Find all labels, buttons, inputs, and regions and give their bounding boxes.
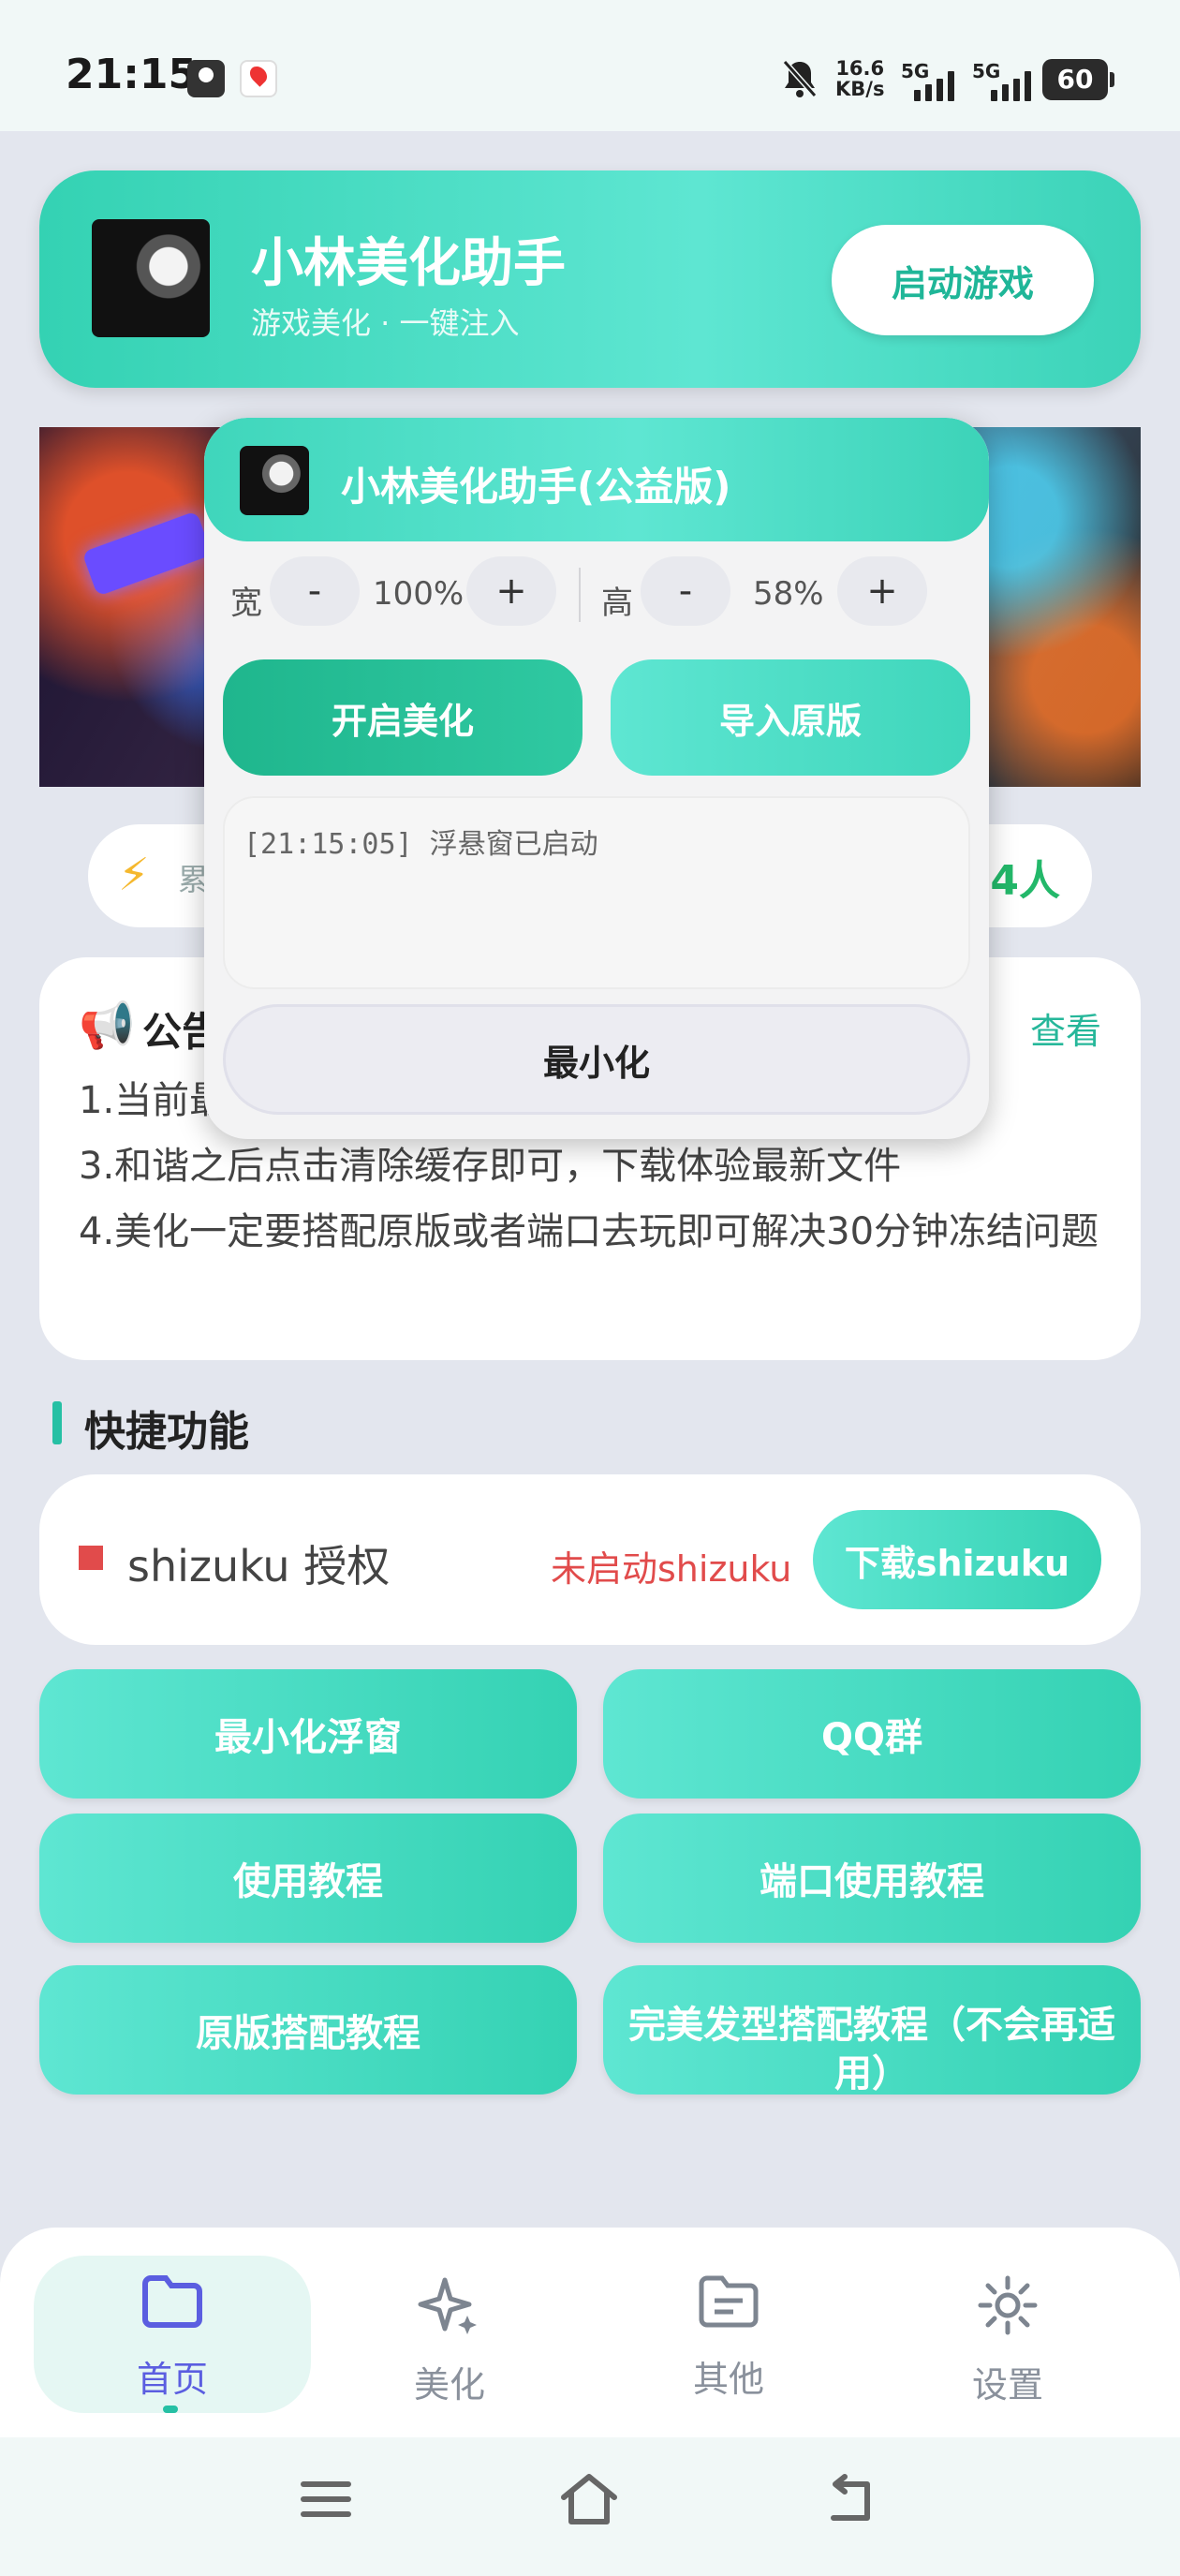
import-original-button[interactable]: 导入原版 (611, 659, 970, 776)
nav-label-other: 其他 (692, 2359, 764, 2400)
width-decrease-button[interactable]: - (270, 556, 360, 626)
banner-weapon-graphic (81, 511, 213, 597)
signal-icon-1 (914, 66, 954, 101)
qq-group-button[interactable]: QQ群 (603, 1669, 1141, 1799)
megaphone-icon: 📢 (79, 999, 135, 1052)
height-label: 高 (601, 585, 633, 622)
system-nav-bar (0, 2437, 1180, 2576)
nav-item-home[interactable]: 首页 (88, 2273, 257, 2402)
gear-icon (923, 2273, 1092, 2352)
height-increase-button[interactable]: + (837, 556, 927, 626)
minimize-float-button[interactable]: 最小化浮窗 (39, 1669, 577, 1799)
height-value: 58% (753, 575, 824, 613)
network-speed-unit: KB/s (835, 78, 885, 100)
online-count: 4人 (990, 857, 1060, 905)
bottom-nav: 首页 美化 其他 设置 (0, 2228, 1180, 2437)
width-value: 100% (373, 575, 465, 613)
width-increase-button[interactable]: + (466, 556, 556, 626)
home-icon[interactable] (558, 2471, 620, 2541)
shizuku-label: shizuku 授权 (127, 1541, 391, 1591)
port-tutorial-button[interactable]: 端口使用教程 (603, 1814, 1141, 1943)
nav-item-settings[interactable]: 设置 (923, 2273, 1092, 2407)
nav-active-indicator (163, 2406, 178, 2413)
log-area[interactable]: [21:15:05] 浮悬窗已启动 (223, 796, 970, 989)
download-shizuku-button[interactable]: 下载shizuku (813, 1510, 1101, 1609)
network-speed-value: 16.6 (835, 57, 885, 80)
status-time: 21:15 (66, 51, 198, 98)
app-avatar (92, 219, 210, 337)
section-accent-bar (52, 1401, 62, 1444)
width-label: 宽 (230, 585, 262, 622)
notice-line: 3.和谐之后点击清除缓存即可，下载体验最新文件 (79, 1145, 902, 1188)
quick-functions-title: 快捷功能 (84, 1408, 249, 1456)
mute-bell-icon (781, 58, 819, 99)
app-title: 小林美化助手 (251, 233, 566, 294)
divider (579, 568, 581, 622)
menu-icon[interactable] (298, 2471, 354, 2541)
nav-item-other[interactable]: 其他 (644, 2273, 813, 2402)
height-decrease-button[interactable]: - (641, 556, 730, 626)
shizuku-status-dot (79, 1546, 103, 1570)
header-card: 小林美化助手 游戏美化 · 一键注入 启动游戏 (39, 170, 1141, 388)
battery-indicator: 60 (1042, 59, 1114, 100)
lightning-icon: ⚡ (118, 849, 150, 901)
floating-window[interactable]: 小林美化助手(公益版) 宽 - 100% + 高 - 58% + 开启美化 导入… (204, 418, 989, 1139)
usage-tutorial-button[interactable]: 使用教程 (39, 1814, 577, 1943)
nav-label-settings: 设置 (971, 2364, 1043, 2406)
status-bar: 21:15 16.6 KB/s 5G 5G 60 (0, 0, 1180, 131)
nav-item-beautify[interactable]: 美化 (365, 2273, 534, 2407)
original-tutorial-button[interactable]: 原版搭配教程 (39, 1965, 577, 2095)
notice-view-link[interactable]: 查看 (1030, 1002, 1101, 1054)
perfect-hair-tutorial-button[interactable]: 完美发型搭配教程（不会再适用） (603, 1965, 1141, 2095)
float-window-title: 小林美化助手(公益版) (341, 464, 731, 510)
app-notification-icon (187, 60, 225, 97)
sparkle-icon (365, 2273, 534, 2352)
document-folder-icon (644, 2273, 813, 2347)
network-speed: 16.6 KB/s (835, 58, 884, 99)
back-icon[interactable] (822, 2471, 878, 2541)
float-avatar (240, 446, 309, 515)
nav-label-beautify: 美化 (413, 2364, 485, 2406)
shizuku-card: shizuku 授权 未启动shizuku 下载shizuku (39, 1474, 1141, 1645)
folder-icon (88, 2273, 257, 2347)
launch-game-button[interactable]: 启动游戏 (832, 225, 1094, 335)
shizuku-status: 未启动shizuku (551, 1548, 792, 1590)
float-window-header[interactable]: 小林美化助手(公益版) (204, 418, 989, 541)
map-notification-icon (240, 60, 277, 97)
enable-beautify-button[interactable]: 开启美化 (223, 659, 583, 776)
minimize-button[interactable]: 最小化 (223, 1004, 970, 1115)
nav-label-home: 首页 (136, 2359, 208, 2400)
notice-line: 4.美化一定要搭配原版或者端口去玩即可解决30分钟冻结问题 (79, 1210, 1099, 1253)
log-text: [21:15:05] 浮悬窗已启动 (243, 828, 598, 861)
signal-icon-2 (991, 66, 1031, 101)
app-subtitle: 游戏美化 · 一键注入 (251, 305, 520, 341)
